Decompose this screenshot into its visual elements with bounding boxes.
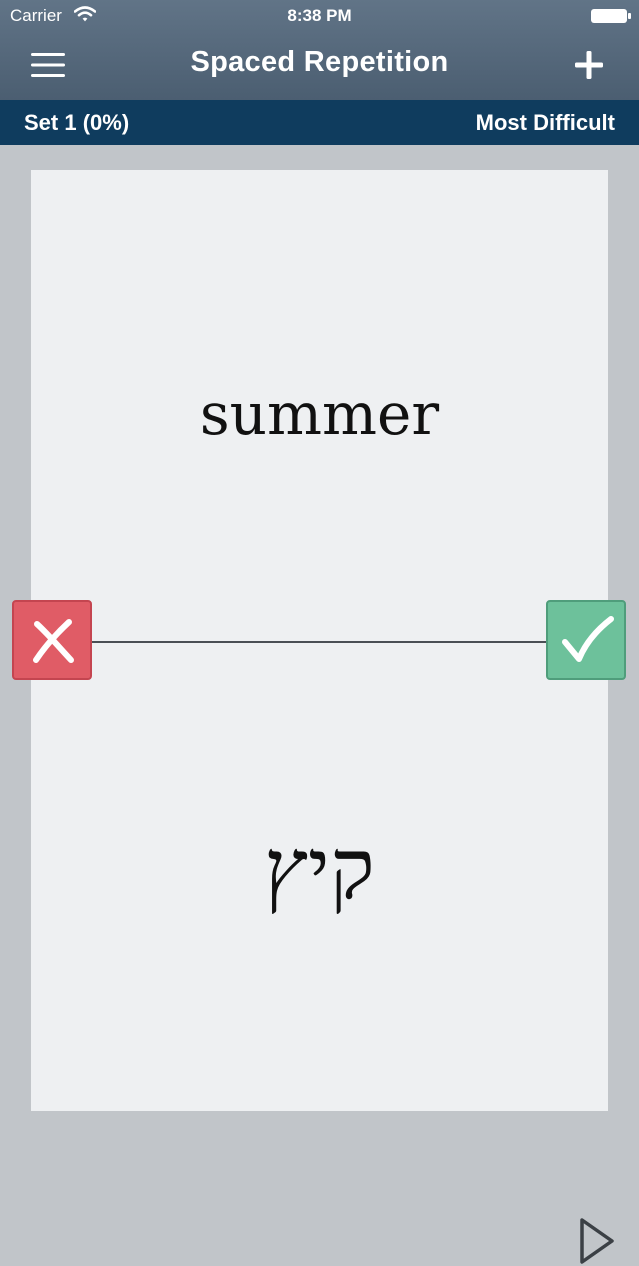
play-icon[interactable] [577,1216,617,1266]
card-divider [92,641,548,643]
status-bar: Carrier 8:38 PM [0,0,639,34]
page-title: Spaced Repetition [190,46,449,78]
card-front-word: summer [199,380,440,448]
study-mode-label: Most Difficult [475,110,615,135]
set-progress-label: Set 1 (0%) [24,110,130,135]
top-bar: Carrier 8:38 PM Spaced Repetition [0,0,639,100]
plus-icon[interactable] [572,48,606,82]
card-back-word: קיץ [264,820,375,918]
checkmark-icon [562,616,614,662]
correct-answer-button[interactable] [546,600,626,680]
set-info-bar: Set 1 (0%) Most Difficult [0,100,639,145]
wrong-answer-button[interactable] [12,600,92,680]
clock-time: 8:38 PM [287,6,352,25]
battery-icon [591,9,631,23]
x-mark-icon [33,619,74,663]
